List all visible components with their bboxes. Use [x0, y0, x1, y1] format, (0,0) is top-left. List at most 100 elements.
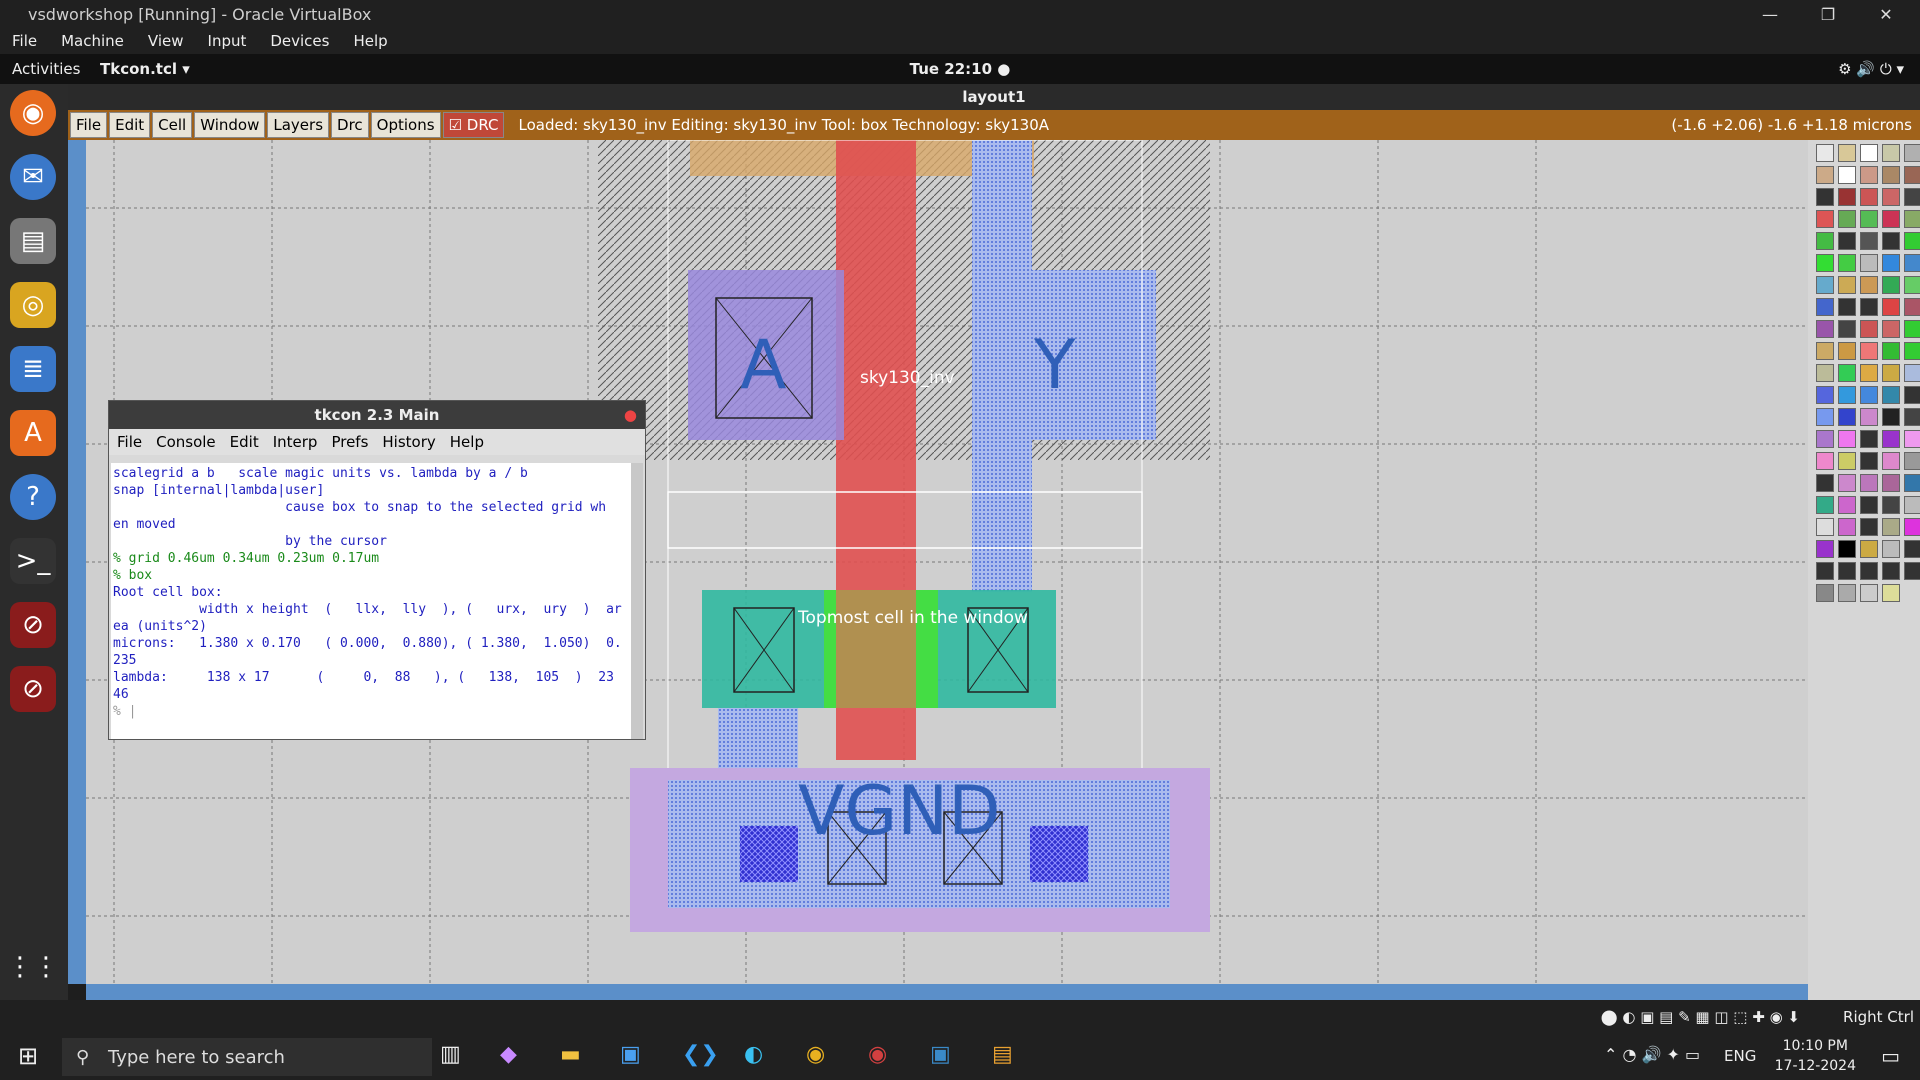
firefox-icon[interactable]: ◉	[10, 90, 56, 136]
layer-swatch[interactable]	[1816, 364, 1834, 382]
layer-swatch[interactable]	[1904, 254, 1920, 272]
magic-menu-drc[interactable]: Drc	[331, 112, 369, 138]
layer-swatch[interactable]	[1816, 210, 1834, 228]
layer-swatch[interactable]	[1860, 430, 1878, 448]
layer-swatch[interactable]	[1904, 364, 1920, 382]
tkcon-menu-edit[interactable]: Edit	[230, 433, 259, 451]
layer-swatch[interactable]	[1816, 232, 1834, 250]
restore-icon[interactable]: ❐	[1800, 0, 1856, 28]
magic-menu-edit[interactable]: Edit	[109, 112, 151, 138]
layer-swatch[interactable]	[1860, 386, 1878, 404]
layer-swatch[interactable]	[1816, 540, 1834, 558]
layer-swatch[interactable]	[1904, 386, 1920, 404]
layer-swatch[interactable]	[1860, 584, 1878, 602]
horizontal-scrollbar[interactable]	[86, 984, 1808, 1000]
tkcon-menu-prefs[interactable]: Prefs	[331, 433, 368, 451]
file-explorer-icon[interactable]: ▬	[560, 1042, 581, 1067]
system-tray-icons[interactable]: ⌃ ◔ 🔊 ✦ ▭	[1604, 1045, 1700, 1064]
layer-swatch[interactable]	[1904, 474, 1920, 492]
layer-swatch[interactable]	[1860, 452, 1878, 470]
layer-swatch[interactable]	[1860, 540, 1878, 558]
layer-swatch[interactable]	[1882, 584, 1900, 602]
layer-swatch[interactable]	[1838, 254, 1856, 272]
layer-swatch[interactable]	[1904, 518, 1920, 536]
layer-swatch[interactable]	[1904, 144, 1920, 162]
layer-swatch[interactable]	[1816, 320, 1834, 338]
layer-swatch[interactable]	[1838, 188, 1856, 206]
layer-swatch[interactable]	[1882, 452, 1900, 470]
layer-swatch[interactable]	[1882, 540, 1900, 558]
layer-swatch[interactable]	[1882, 320, 1900, 338]
menu-help[interactable]: Help	[353, 32, 387, 50]
edge-icon[interactable]: ◐	[744, 1042, 763, 1067]
layer-swatch[interactable]	[1816, 452, 1834, 470]
layer-swatch[interactable]	[1816, 298, 1834, 316]
layer-swatch[interactable]	[1838, 298, 1856, 316]
magic-menu-file[interactable]: File	[70, 112, 108, 138]
tkcon-app-icon[interactable]: ⊘	[10, 666, 56, 712]
layer-swatch[interactable]	[1904, 452, 1920, 470]
layer-swatch[interactable]	[1816, 474, 1834, 492]
virtualbox-taskbar-icon[interactable]: ▣	[620, 1042, 641, 1067]
layer-swatch[interactable]	[1860, 562, 1878, 580]
layer-swatch[interactable]	[1816, 276, 1834, 294]
layer-swatch[interactable]	[1816, 518, 1834, 536]
layer-swatch[interactable]	[1860, 210, 1878, 228]
drc-toggle[interactable]: ☑ DRC	[442, 112, 505, 138]
taskbar-clock[interactable]: 10:10 PM 17-12-2024	[1775, 1036, 1856, 1076]
layer-swatch[interactable]	[1882, 408, 1900, 426]
layer-swatch[interactable]	[1882, 430, 1900, 448]
layer-swatch[interactable]	[1816, 496, 1834, 514]
menu-devices[interactable]: Devices	[270, 32, 329, 50]
taskbar-search[interactable]: ⚲ Type here to search	[62, 1038, 432, 1076]
notification-icon[interactable]: ▭	[1881, 1044, 1900, 1068]
task-view-icon[interactable]: ▥	[440, 1042, 461, 1067]
layer-swatch[interactable]	[1904, 408, 1920, 426]
chrome-icon[interactable]: ◉	[806, 1042, 825, 1067]
tkcon-menu-console[interactable]: Console	[156, 433, 216, 451]
close-icon[interactable]: ✕	[1858, 0, 1914, 28]
vertical-scrollbar[interactable]	[68, 140, 86, 984]
clock[interactable]: Tue 22:10 ●	[0, 60, 1920, 78]
layer-swatch[interactable]	[1816, 144, 1834, 162]
layer-swatch[interactable]	[1860, 518, 1878, 536]
layer-swatch[interactable]	[1816, 386, 1834, 404]
layer-swatch[interactable]	[1838, 276, 1856, 294]
layer-swatch[interactable]	[1838, 430, 1856, 448]
help-icon[interactable]: ?	[10, 474, 56, 520]
layer-swatch[interactable]	[1816, 584, 1834, 602]
files-icon[interactable]: ▤	[10, 218, 56, 264]
layer-swatch[interactable]	[1882, 254, 1900, 272]
magic-menu-cell[interactable]: Cell	[152, 112, 193, 138]
layer-swatch[interactable]	[1816, 408, 1834, 426]
layer-swatch[interactable]	[1860, 474, 1878, 492]
layer-swatch[interactable]	[1860, 342, 1878, 360]
magic-app-icon[interactable]: ⊘	[10, 602, 56, 648]
layer-swatch[interactable]	[1838, 386, 1856, 404]
menu-input[interactable]: Input	[208, 32, 247, 50]
software-icon[interactable]: A	[10, 410, 56, 456]
magic-menu-layers[interactable]: Layers	[267, 112, 330, 138]
vm-device-icons[interactable]: ⬤ ◐ ▣ ▤ ✎ ▦ ◫ ⬚ ✚ ◉ ⬇	[1601, 1008, 1800, 1026]
layer-swatch[interactable]	[1838, 474, 1856, 492]
layer-swatch[interactable]	[1838, 232, 1856, 250]
layer-swatch[interactable]	[1860, 276, 1878, 294]
layer-swatch[interactable]	[1860, 166, 1878, 184]
terminal-icon[interactable]: >_	[10, 538, 56, 584]
layer-swatch[interactable]	[1904, 320, 1920, 338]
layer-swatch[interactable]	[1904, 210, 1920, 228]
layer-swatch[interactable]	[1838, 540, 1856, 558]
chrome-profile-icon[interactable]: ◉	[868, 1042, 887, 1067]
layer-swatch[interactable]	[1882, 232, 1900, 250]
menu-file[interactable]: File	[12, 32, 37, 50]
rhythmbox-icon[interactable]: ◎	[10, 282, 56, 328]
layer-swatch[interactable]	[1904, 188, 1920, 206]
magic-menu-window[interactable]: Window	[194, 112, 266, 138]
tkcon-menu-file[interactable]: File	[117, 433, 142, 451]
layer-swatch[interactable]	[1860, 254, 1878, 272]
layer-swatch[interactable]	[1882, 496, 1900, 514]
writer-icon[interactable]: ≣	[10, 346, 56, 392]
layer-swatch[interactable]	[1816, 166, 1834, 184]
layer-swatch[interactable]	[1816, 562, 1834, 580]
layer-swatch[interactable]	[1816, 254, 1834, 272]
